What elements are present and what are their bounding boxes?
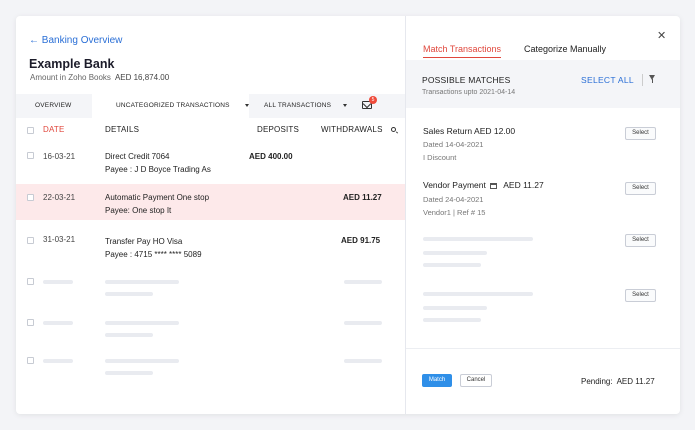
row-checkbox[interactable] bbox=[27, 194, 34, 201]
column-deposits: DEPOSITS bbox=[257, 125, 300, 134]
tab-categorize-manually[interactable]: Categorize Manually bbox=[524, 44, 606, 54]
search-icon[interactable] bbox=[391, 127, 396, 132]
match-title-text: Vendor Payment bbox=[423, 180, 486, 190]
table-row-selected[interactable]: 22-03-21 Automatic Payment One stop Paye… bbox=[16, 184, 405, 220]
transactions-panel: ← Banking Overview Example Bank Amount i… bbox=[16, 16, 405, 414]
row-checkbox[interactable] bbox=[27, 152, 34, 159]
skeleton-bar bbox=[344, 359, 382, 363]
skeleton-row bbox=[16, 314, 405, 350]
skeleton-bar bbox=[344, 280, 382, 284]
skeleton-bar bbox=[43, 359, 73, 363]
skeleton-bar bbox=[105, 333, 153, 337]
transaction-tabs: OVERVIEW UNCATEGORIZED TRANSACTIONS ALL … bbox=[16, 94, 405, 118]
select-all-button[interactable]: SELECT ALL bbox=[581, 75, 634, 85]
possible-matches-header: POSSIBLE MATCHES Transactions upto 2021-… bbox=[406, 60, 680, 108]
skeleton-bar bbox=[423, 251, 487, 255]
skeleton-bar bbox=[43, 321, 73, 325]
match-button[interactable]: Match bbox=[422, 374, 452, 387]
tab-uncategorized-label: UNCATEGORIZED TRANSACTIONS bbox=[116, 102, 230, 109]
bank-icon bbox=[489, 182, 497, 189]
row-details-line2: Payee : 4715 **** **** 5089 bbox=[105, 250, 202, 259]
pending-value: AED 11.27 bbox=[616, 377, 655, 386]
bank-name: Example Bank bbox=[29, 57, 115, 71]
divider bbox=[642, 74, 643, 86]
skeleton-bar bbox=[105, 371, 153, 375]
row-withdrawal: AED 11.27 bbox=[343, 193, 382, 202]
skeleton-bar bbox=[423, 237, 533, 241]
banking-card: ← Banking Overview Example Bank Amount i… bbox=[16, 16, 680, 414]
footer-divider bbox=[406, 348, 680, 349]
row-date: 16-03-21 bbox=[43, 152, 76, 161]
column-date[interactable]: DATE bbox=[43, 125, 65, 134]
row-checkbox[interactable] bbox=[27, 357, 34, 364]
skeleton-row bbox=[16, 352, 405, 388]
skeleton-bar bbox=[423, 318, 481, 322]
row-details-line2: Payee: One stop It bbox=[105, 206, 172, 215]
row-checkbox[interactable] bbox=[27, 237, 34, 244]
select-button[interactable]: Select bbox=[625, 289, 656, 302]
tab-all-label: ALL TRANSACTIONS bbox=[264, 102, 332, 109]
filter-icon[interactable] bbox=[649, 75, 655, 83]
skeleton-bar bbox=[105, 359, 179, 363]
skeleton-bar bbox=[344, 321, 382, 325]
match-panel: ✕ Match Transactions Categorize Manually… bbox=[405, 16, 680, 414]
tab-uncategorized[interactable]: UNCATEGORIZED TRANSACTIONS bbox=[92, 94, 249, 118]
table-row[interactable]: 16-03-21 Direct Credit 7064 Payee : J D … bbox=[16, 140, 405, 184]
row-details-line1: Automatic Payment One stop bbox=[105, 193, 210, 202]
match-date: Dated 14-04-2021 bbox=[423, 140, 484, 149]
back-link[interactable]: ← Banking Overview bbox=[29, 35, 122, 46]
skeleton-bar bbox=[423, 292, 533, 296]
skeleton-bar bbox=[105, 280, 179, 284]
chevron-down-icon bbox=[343, 103, 348, 107]
mail-badge: 5 bbox=[369, 96, 377, 104]
close-icon[interactable]: ✕ bbox=[657, 29, 666, 42]
amount-value: AED 16,874.00 bbox=[114, 73, 170, 82]
match-title: Sales Return AED 12.00 bbox=[423, 126, 516, 136]
possible-matches-subtitle: Transactions upto 2021-04-14 bbox=[422, 89, 516, 96]
row-checkbox[interactable] bbox=[27, 319, 34, 326]
tab-all-transactions[interactable]: ALL TRANSACTIONS bbox=[264, 94, 348, 118]
skeleton-bar bbox=[105, 292, 153, 296]
table-row[interactable]: 31-03-21 Transfer Pay HO Visa Payee : 47… bbox=[16, 220, 405, 268]
match-meta: Vendor1 | Ref # 15 bbox=[423, 208, 486, 217]
row-checkbox[interactable] bbox=[27, 278, 34, 285]
match-meta: I Discount bbox=[423, 153, 457, 162]
skeleton-row bbox=[16, 272, 405, 308]
arrow-left-icon: ← bbox=[29, 35, 39, 46]
table-header: DATE DETAILS DEPOSITS WITHDRAWALS bbox=[16, 118, 405, 140]
row-date: 22-03-21 bbox=[43, 193, 76, 202]
column-withdrawals: WITHDRAWALS bbox=[321, 125, 383, 134]
skeleton-bar bbox=[43, 280, 73, 284]
skeleton-bar bbox=[423, 263, 481, 267]
possible-matches-title: POSSIBLE MATCHES bbox=[422, 75, 511, 85]
tab-match-transactions[interactable]: Match Transactions bbox=[423, 44, 502, 58]
column-details: DETAILS bbox=[105, 125, 140, 134]
pending-label: Pending: bbox=[581, 377, 613, 386]
amount-label: Amount in Zoho Books bbox=[30, 73, 111, 82]
match-amount: AED 11.27 bbox=[503, 180, 544, 190]
row-date: 31-03-21 bbox=[43, 235, 76, 244]
select-button[interactable]: Select bbox=[625, 127, 656, 140]
select-button[interactable]: Select bbox=[625, 234, 656, 247]
select-all-checkbox[interactable] bbox=[27, 127, 34, 134]
row-details-line2: Payee : J D Boyce Trading As bbox=[105, 165, 211, 174]
pending-summary: Pending: AED 11.27 bbox=[581, 377, 655, 386]
row-details-line1: Transfer Pay HO Visa bbox=[105, 237, 183, 246]
match-title: Vendor Payment AED 11.27 bbox=[423, 180, 544, 190]
skeleton-bar bbox=[423, 306, 487, 310]
select-button[interactable]: Select bbox=[625, 182, 656, 195]
row-withdrawal: AED 91.75 bbox=[341, 236, 381, 245]
skeleton-bar bbox=[105, 321, 179, 325]
match-date: Dated 24-04-2021 bbox=[423, 195, 484, 204]
row-deposit: AED 400.00 bbox=[249, 152, 293, 161]
amount-summary: Amount in Zoho Books AED 16,874.00 bbox=[30, 73, 169, 82]
row-details-line1: Direct Credit 7064 bbox=[105, 152, 170, 161]
chevron-down-icon bbox=[244, 103, 249, 107]
tab-overview[interactable]: OVERVIEW bbox=[35, 94, 72, 118]
back-label: Banking Overview bbox=[41, 35, 123, 46]
cancel-button[interactable]: Cancel bbox=[460, 374, 492, 387]
